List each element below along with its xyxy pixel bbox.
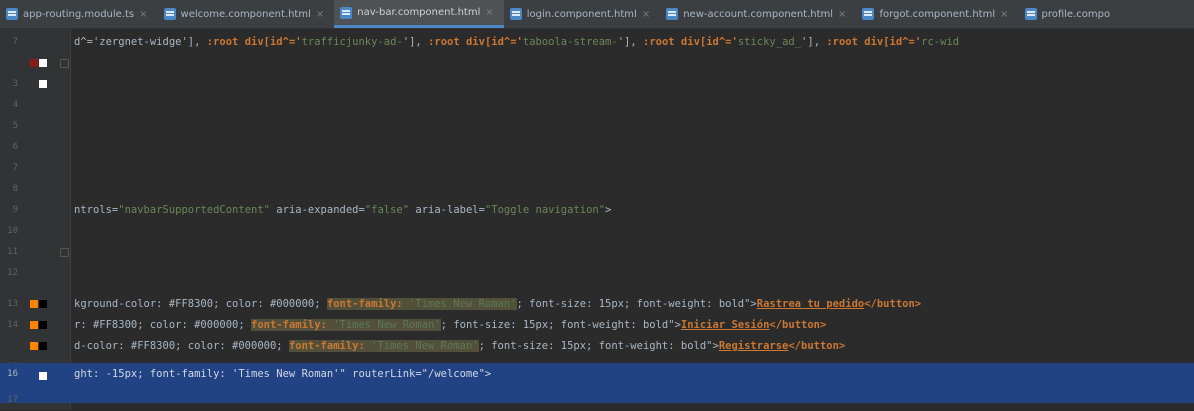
code-line: 4 [0,94,1194,116]
code-line: 9 ntrols="navbarSupportedContent" aria-e… [0,199,1194,221]
tab-app-routing[interactable]: app-routing.module.ts × [0,0,158,28]
code-line: 3 [0,73,1194,95]
code-line: 11 [0,241,1194,263]
color-swatch [30,342,38,350]
color-swatch [30,300,38,308]
line-number: 3 [12,79,18,89]
line-number: 7 [12,163,18,173]
tab-label: welcome.component.html [180,8,311,20]
file-icon [666,8,679,20]
color-swatch [30,321,38,329]
line-number: 10 [7,226,18,236]
color-swatches [30,300,47,308]
tab-label: login.component.html [526,8,637,20]
tab-profile[interactable]: profile.compo [1019,0,1121,28]
line-number: 9 [12,205,18,215]
code-text: r: #FF8300; color: #000000; font-family:… [74,319,827,331]
code-editor[interactable]: 7 d^='zergnet-widge'], :root div[id^='tr… [0,29,1194,410]
file-icon [1024,8,1037,20]
color-swatch [39,59,47,67]
file-icon [163,8,176,20]
code-line: 6 [0,136,1194,158]
color-swatches [30,321,47,329]
editor-tab-bar: app-routing.module.ts × welcome.component… [0,0,1194,29]
line-number: 13 [7,299,18,309]
close-icon[interactable]: × [642,9,650,20]
close-icon[interactable]: × [485,7,493,18]
file-icon [340,6,353,19]
code-line: 5 [0,115,1194,137]
file-icon [6,8,18,20]
code-line: 17 [0,389,1194,411]
code-line: 10 [0,220,1194,242]
color-swatches [30,59,47,67]
code-text: d-color: #FF8300; color: #000000; font-f… [74,340,846,352]
tab-label: app-routing.module.ts [23,8,135,20]
code-line [0,52,1194,74]
line-number: 4 [12,100,18,110]
code-text: kground-color: #FF8300; color: #000000; … [74,298,922,310]
tab-forgot[interactable]: forgot.component.html × [856,0,1018,28]
close-icon[interactable]: × [1000,9,1008,20]
tab-label: nav-bar.component.html [357,7,481,18]
color-swatch [39,372,47,380]
close-icon[interactable]: × [139,9,147,20]
color-swatch [39,342,47,350]
color-swatch [39,80,47,88]
fold-icon[interactable] [60,247,69,257]
tab-new-account[interactable]: new-account.component.html × [660,0,856,28]
line-number: 8 [12,184,18,194]
color-swatch [39,300,47,308]
color-swatches [30,80,47,88]
color-swatch [39,321,47,329]
line-number: 14 [7,320,18,330]
line-number: 7 [12,37,18,47]
tab-label: profile.compo [1041,8,1111,20]
code-line: 8 [0,178,1194,200]
code-line: d-color: #FF8300; color: #000000; font-f… [0,335,1194,357]
tab-login[interactable]: login.component.html × [504,0,660,28]
color-swatches [30,342,47,350]
tab-label: forgot.component.html [879,8,996,20]
close-icon[interactable]: × [838,9,846,20]
tab-welcome[interactable]: welcome.component.html × [158,0,335,28]
file-icon [509,8,522,20]
code-line: 12 [0,262,1194,284]
code-text: ght: -15px; font-family: 'Times New Roma… [74,368,492,380]
tab-nav-bar[interactable]: nav-bar.component.html × [334,0,504,28]
close-icon[interactable]: × [316,9,324,20]
code-line: 13 kground-color: #FF8300; color: #00000… [0,293,1194,315]
line-number: 5 [12,121,18,131]
line-number: 6 [12,142,18,152]
color-swatches [30,372,47,380]
fold-icon[interactable] [60,58,69,68]
code-line: 7 d^='zergnet-widge'], :root div[id^='tr… [0,31,1194,53]
code-text: ntrols="navbarSupportedContent" aria-exp… [74,204,612,216]
code-line: 7 [0,157,1194,179]
line-number: 11 [7,247,18,257]
file-icon [862,8,875,20]
line-number: 16 [7,369,18,379]
line-number: 12 [7,268,18,278]
color-swatch [30,59,38,67]
tab-label: new-account.component.html [683,8,834,20]
line-number: 17 [7,395,18,405]
code-line: 14 r: #FF8300; color: #000000; font-fami… [0,314,1194,336]
code-text: d^='zergnet-widge'], :root div[id^='traf… [74,36,960,48]
